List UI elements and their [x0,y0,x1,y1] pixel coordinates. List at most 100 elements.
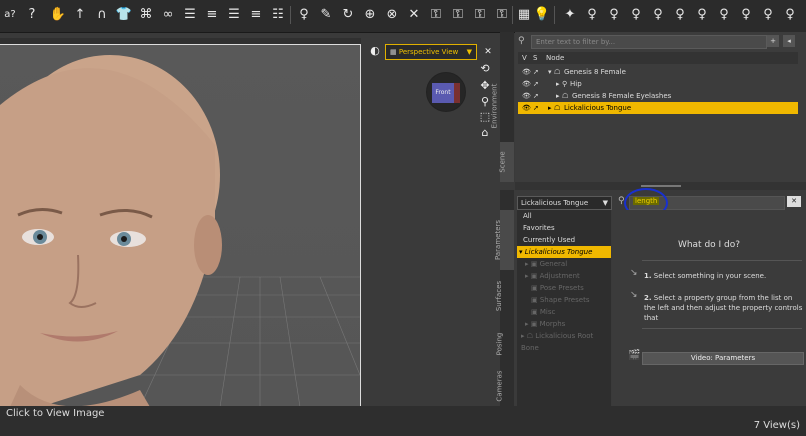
list-item[interactable]: ▸ ▣ General [517,258,611,270]
clear-search-icon[interactable]: ✕ [787,196,801,207]
list-item[interactable]: Favorites [517,222,611,234]
select-arrow-icon[interactable]: ➚ [533,102,539,114]
lock3-icon[interactable]: ⚿ [470,5,490,25]
target1-icon[interactable]: ⊕ [360,5,380,25]
scene-row[interactable]: 👁 ➚ ▸ ⚲ Hip [518,78,798,90]
tab-parameters[interactable]: Parameters [494,210,514,270]
figure-node-icon: ☖ [554,104,561,112]
target2-icon[interactable]: ⊗ [382,5,402,25]
list-item[interactable]: ▣ Pose Presets [517,282,611,294]
list4-icon[interactable]: ≡ [246,5,266,25]
render-viewport[interactable] [0,44,361,407]
view-cube-side[interactable] [454,83,460,103]
select-arrow-icon[interactable]: ➚ [533,78,539,90]
list5-icon[interactable]: ☷ [268,5,288,25]
status-left-text[interactable]: Click to View Image [6,408,104,419]
figure8-icon[interactable]: ♀ [714,5,734,25]
expand-icon: ▾ [519,248,523,256]
shirt-icon[interactable]: 👕 [114,5,134,25]
scene-row-label: Genesis 8 Female [564,68,626,76]
eye-icon[interactable]: 👁 [522,78,531,90]
list-item[interactable]: ▸ ▣ Adjustment [517,270,611,282]
spot-icon[interactable]: ✦ [560,5,580,25]
chevron-down-icon: ▼ [466,48,472,56]
eye-icon[interactable]: 👁 [522,102,531,114]
scene-filter-input[interactable]: Enter text to filter by... [531,35,767,49]
expand-icon[interactable]: ▸ [556,90,560,102]
scene-row-label: Genesis 8 Female Eyelashes [572,92,672,100]
figure6-icon[interactable]: ♀ [670,5,690,25]
expand-icon[interactable]: ▸ [556,78,560,90]
close-viewport-icon[interactable]: ✕ [481,45,495,59]
list-item[interactable]: ▣ Misc [517,306,611,318]
node-select[interactable]: Lickalicious Tongue ▼ [517,196,612,210]
lock4-icon[interactable]: ⚿ [492,5,512,25]
figure11-icon[interactable]: ♀ [780,5,800,25]
help-icon[interactable]: ? [22,5,42,25]
tab-posing[interactable]: Posing [495,324,514,364]
node-icon[interactable]: ∩ [92,5,112,25]
scene-row[interactable]: 👁 ➚ ▸ ☖ Genesis 8 Female Eyelashes [518,90,798,102]
pointer-icon: ↘ [630,268,638,278]
list-item[interactable]: ▣ Shape Presets [517,294,611,306]
list3-icon[interactable]: ☰ [224,5,244,25]
col-node: Node [546,54,565,62]
options-icon[interactable]: ◂ [783,35,795,47]
eye-icon[interactable]: 👁 [522,66,531,78]
tab-surfaces[interactable]: Surfaces [495,272,514,322]
list-item[interactable]: All [517,210,611,222]
figure10-icon[interactable]: ♀ [758,5,778,25]
scene-row[interactable]: 👁 ➚ ▾ ☖ Genesis 8 Female [518,66,798,78]
step1-number: 1. [644,272,652,280]
select-icon[interactable]: ✋ [48,5,68,25]
status-views-count: 7 View(s) [753,420,800,431]
figure3-icon[interactable]: ♀ [604,5,624,25]
camera-select[interactable]: ▦ Perspective View ▼ [385,44,477,60]
quick-help-icon[interactable]: a? [0,5,20,25]
lock2-icon[interactable]: ⚿ [448,5,468,25]
eye-icon[interactable]: 👁 [522,90,531,102]
list-item[interactable]: ▸ ☖ Lickalicious Root Bone [517,330,611,352]
figure4-icon[interactable]: ♀ [626,5,646,25]
figure7-icon[interactable]: ♀ [692,5,712,25]
video-parameters-button[interactable]: Video: Parameters [642,352,804,365]
tool-icon[interactable]: ⌘ [136,5,156,25]
scene-row-selected[interactable]: 👁 ➚ ▸ ☖ Lickalicious Tongue [518,102,798,114]
view-cube[interactable]: Front [426,72,466,112]
lock1-icon[interactable]: ⚿ [426,5,446,25]
figure5-icon[interactable]: ♀ [648,5,668,25]
expand-icon[interactable]: ▾ [548,66,552,78]
list1-icon[interactable]: ☰ [180,5,200,25]
expand-icon[interactable]: ▸ [548,102,552,114]
glasses-icon[interactable]: ∞ [158,5,178,25]
pose-icon[interactable]: ✕ [404,5,424,25]
splitter[interactable] [515,182,806,190]
viewport-menu-icon[interactable]: ◐ [368,44,382,58]
select-arrow-icon[interactable]: ➚ [533,66,539,78]
camera-label: Perspective View [398,48,459,56]
tab-scene[interactable]: Scene [499,142,514,182]
light-icon[interactable]: 💡 [532,5,552,25]
list-item-selected[interactable]: ▾ Lickalicious Tongue [517,246,611,258]
scene-side-tabs: Environment Scene [490,32,514,182]
scene-row-label: Hip [570,80,582,88]
translate-icon[interactable]: ↑ [70,5,90,25]
col-visible: V [522,54,527,62]
brush-icon[interactable]: ✎ [316,5,336,25]
figure2-icon[interactable]: ♀ [582,5,602,25]
figure9-icon[interactable]: ♀ [736,5,756,25]
list-item[interactable]: ▸ ▣ Morphs [517,318,611,330]
select-arrow-icon[interactable]: ➚ [533,90,539,102]
add-icon[interactable]: + [767,35,779,47]
list2-icon[interactable]: ≡ [202,5,222,25]
splitter-handle[interactable] [640,185,681,187]
list-item[interactable]: Currently Used [517,234,611,246]
orbit-icon[interactable]: ⟲ [478,62,492,76]
view-cube-front[interactable]: Front [432,83,454,103]
rotate-icon[interactable]: ↻ [338,5,358,25]
figure-icon[interactable]: ♀ [294,5,314,25]
grid-icon[interactable]: ▦ [514,5,534,25]
tab-cameras[interactable]: Cameras [496,366,514,406]
main-toolbar: a? ? ✋ ↑ ∩ 👕 ⌘ ∞ ☰ ≡ ☰ ≡ ☷ ♀ ✎ ↻ ⊕ ⊗ ✕ ⚿… [0,0,806,33]
tab-environment[interactable]: Environment [490,72,514,142]
